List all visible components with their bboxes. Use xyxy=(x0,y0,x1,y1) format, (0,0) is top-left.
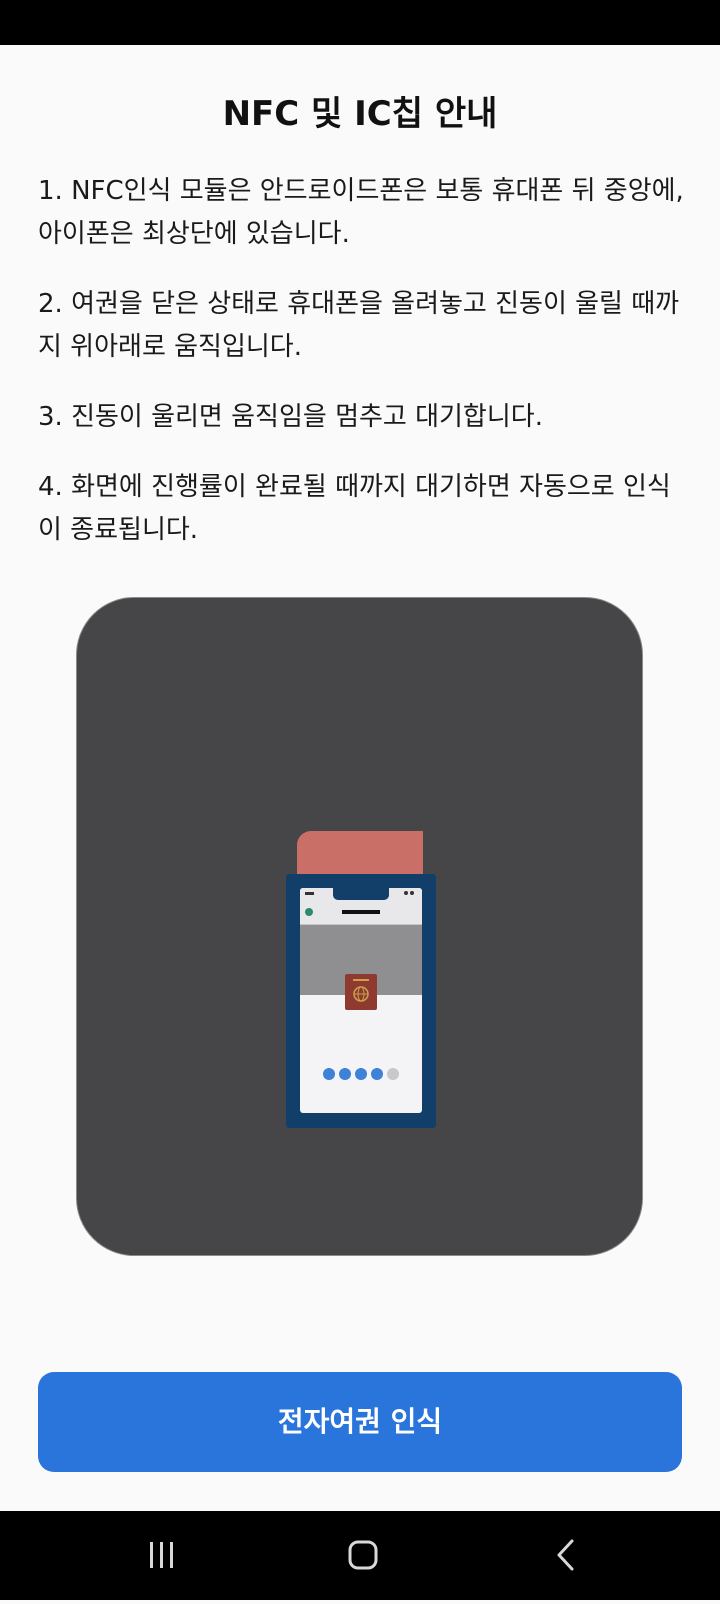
phone-screen xyxy=(300,888,422,1113)
navigation-bar xyxy=(0,1511,720,1600)
page-title: NFC 및 IC칩 안내 xyxy=(222,94,498,134)
recent-apps-icon xyxy=(150,1542,173,1568)
epassport-scan-button[interactable]: 전자여권 인식 xyxy=(38,1372,682,1472)
nfc-illustration xyxy=(76,597,643,1256)
progress-dot-active xyxy=(339,1068,351,1080)
guide-item-3: 3. 진동이 울리면 움직임을 멈추고 대기합니다. xyxy=(38,402,543,432)
home-button[interactable] xyxy=(323,1511,403,1600)
recent-apps-button[interactable] xyxy=(122,1511,202,1600)
phone-icon xyxy=(286,874,436,1128)
guide-item-4: 4. 화면에 진행률이 완료될 때까지 대기하면 자동으로 인식이 종료됩니다. xyxy=(38,472,671,545)
phone-notch xyxy=(333,888,389,900)
passport-icon xyxy=(297,831,423,879)
guide-list: 1. NFC인식 모듈은 안드로이드폰은 보통 휴대폰 뒤 중앙에, 아이폰은 … xyxy=(38,170,688,579)
back-button[interactable] xyxy=(526,1511,606,1600)
globe-icon xyxy=(353,979,369,1002)
passport-cover xyxy=(345,974,377,1010)
progress-dots xyxy=(300,1068,422,1080)
guide-item-2: 2. 여권을 닫은 상태로 휴대폰을 올려놓고 진동이 울릴 때까지 위아래로 … xyxy=(38,289,680,362)
progress-dot-active xyxy=(371,1068,383,1080)
progress-dot-active xyxy=(355,1068,367,1080)
status-bar xyxy=(0,0,720,45)
progress-dot-active xyxy=(323,1068,335,1080)
home-icon xyxy=(348,1540,378,1570)
progress-dot-inactive xyxy=(387,1068,399,1080)
back-icon xyxy=(557,1539,574,1571)
guide-item-1: 1. NFC인식 모듈은 안드로이드폰은 보통 휴대폰 뒤 중앙에, 아이폰은 … xyxy=(38,176,684,249)
